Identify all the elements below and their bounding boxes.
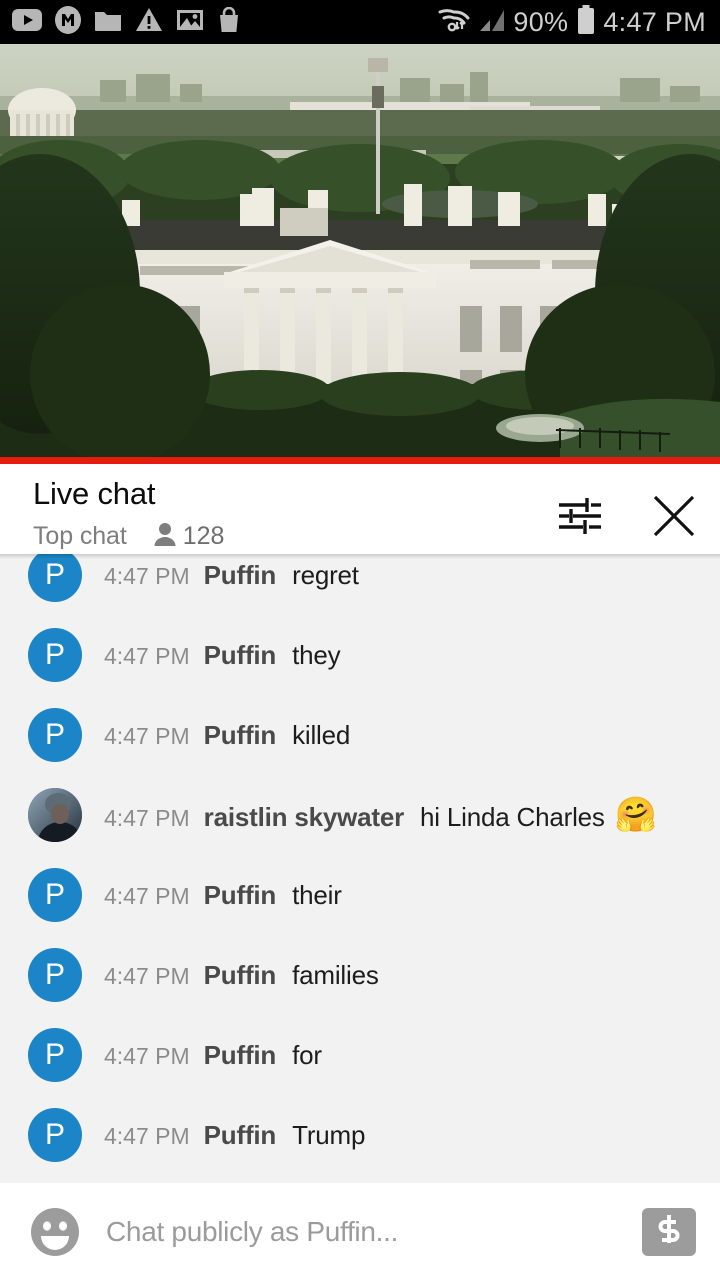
message-timestamp: 4:47 PM — [104, 642, 190, 669]
message-text: they — [292, 639, 341, 670]
chat-message-body: 4:47 PM Puffin regret — [104, 560, 359, 591]
chat-message-row[interactable]: P 4:47 PM Puffin families — [0, 935, 720, 1015]
status-bar: 90% 4:47 PM — [0, 0, 720, 44]
message-author[interactable]: Puffin — [204, 1040, 277, 1071]
message-text: their — [292, 879, 342, 910]
message-text: Trump — [292, 1119, 366, 1150]
emoji-smiley-icon[interactable] — [28, 1205, 82, 1259]
message-author[interactable]: Puffin — [204, 720, 277, 751]
avatar[interactable]: P — [28, 1028, 82, 1082]
m-circle-icon — [55, 5, 81, 39]
chat-message-body: 4:47 PM Puffin Trump — [104, 1120, 365, 1151]
chat-message-row[interactable]: P 4:47 PM Puffin for — [0, 1015, 720, 1095]
person-icon — [153, 522, 177, 552]
wifi-data-icon — [437, 6, 471, 39]
page-title: Live chat — [33, 476, 156, 511]
chat-input[interactable] — [106, 1215, 628, 1248]
avatar[interactable]: P — [28, 628, 82, 682]
clock-label: 4:47 PM — [603, 6, 706, 37]
live-chat-subtitle-row: Top chat 128 — [33, 522, 224, 552]
live-chat-header-actions — [556, 478, 698, 540]
chat-message-row[interactable]: P 4:47 PM Puffin regret — [0, 554, 720, 615]
chat-message-row[interactable]: 4:47 PM raistlin skywater hi Linda Charles… — [0, 775, 720, 855]
status-bar-system-icons: 90% 4:47 PM — [437, 4, 706, 40]
avatar[interactable]: P — [28, 868, 82, 922]
folder-icon — [94, 8, 122, 37]
message-author[interactable]: Puffin — [204, 1120, 277, 1151]
tune-sliders-icon[interactable] — [556, 492, 604, 540]
message-timestamp: 4:47 PM — [104, 1122, 190, 1149]
avatar[interactable] — [28, 788, 82, 842]
message-author[interactable]: raistlin skywater — [204, 802, 405, 833]
avatar[interactable]: P — [28, 554, 82, 602]
superchat-dollar-button[interactable] — [642, 1207, 696, 1256]
avatar[interactable]: P — [28, 708, 82, 762]
chat-message-row[interactable]: P 4:47 PM Puffin Trump — [0, 1095, 720, 1175]
message-text: for — [292, 1039, 322, 1070]
video-player[interactable] — [0, 44, 720, 457]
shopping-bag-icon — [217, 6, 241, 38]
message-timestamp: 4:47 PM — [104, 804, 190, 831]
chat-message-body: 4:47 PM raistlin skywater hi Linda Charles… — [104, 798, 657, 833]
message-text: families — [292, 959, 379, 990]
message-timestamp: 4:47 PM — [104, 562, 190, 589]
message-author[interactable]: Puffin — [204, 560, 277, 591]
message-text: regret — [292, 559, 359, 590]
chat-message-row[interactable]: P 4:47 PM Puffin killed — [0, 695, 720, 775]
battery-percent-label: 90% — [513, 6, 569, 37]
chat-message-row[interactable]: P 4:47 PM Puffin they — [0, 615, 720, 695]
youtube-live-chat-screen: 90% 4:47 PM Live chat Top chat 128 P 4:4… — [0, 0, 720, 1280]
battery-icon — [576, 4, 596, 40]
video-progress-bar[interactable] — [0, 457, 720, 464]
live-chat-header: Live chat Top chat 128 — [0, 464, 720, 554]
message-author[interactable]: Puffin — [204, 960, 277, 991]
message-timestamp: 4:47 PM — [104, 1042, 190, 1069]
viewer-count-label: 128 — [182, 522, 225, 551]
message-author[interactable]: Puffin — [204, 880, 277, 911]
message-author[interactable]: Puffin — [204, 640, 277, 671]
message-timestamp: 4:47 PM — [104, 962, 190, 989]
message-text: killed — [292, 719, 351, 750]
message-timestamp: 4:47 PM — [104, 882, 190, 909]
close-icon[interactable] — [650, 492, 698, 540]
dollar-sign-icon — [656, 1214, 682, 1249]
chat-message-row[interactable]: P 4:47 PM Puffin their — [0, 855, 720, 935]
chat-message-body: 4:47 PM Puffin for — [104, 1040, 322, 1071]
status-bar-notification-icons — [12, 5, 241, 39]
chat-message-body: 4:47 PM Puffin killed — [104, 720, 350, 751]
chat-input-bar — [0, 1183, 720, 1280]
viewer-count-group: 128 — [153, 522, 225, 552]
white-house-video-frame — [0, 44, 720, 457]
chat-message-body: 4:47 PM Puffin they — [104, 639, 341, 671]
live-chat-titles: Live chat Top chat 128 — [33, 476, 224, 552]
warning-triangle-icon — [135, 7, 163, 37]
youtube-icon — [12, 8, 42, 36]
message-emoji: 🤗 — [614, 795, 658, 834]
cell-signal-icon — [478, 7, 506, 38]
avatar[interactable]: P — [28, 1108, 82, 1162]
messages-container: P 4:47 PM Puffin regret P 4:47 PM Puffin they P 4… — [0, 554, 720, 1175]
chat-mode-label[interactable]: Top chat — [33, 522, 127, 551]
image-icon — [176, 8, 204, 37]
chat-message-body: 4:47 PM Puffin families — [104, 960, 379, 991]
live-chat-message-list[interactable]: P 4:47 PM Puffin regret P 4:47 PM Puffin they P 4… — [0, 554, 720, 1183]
message-timestamp: 4:47 PM — [104, 722, 190, 749]
avatar[interactable]: P — [28, 948, 82, 1002]
message-text: hi Linda Charles — [420, 801, 605, 832]
chat-message-body: 4:47 PM Puffin their — [104, 880, 342, 911]
